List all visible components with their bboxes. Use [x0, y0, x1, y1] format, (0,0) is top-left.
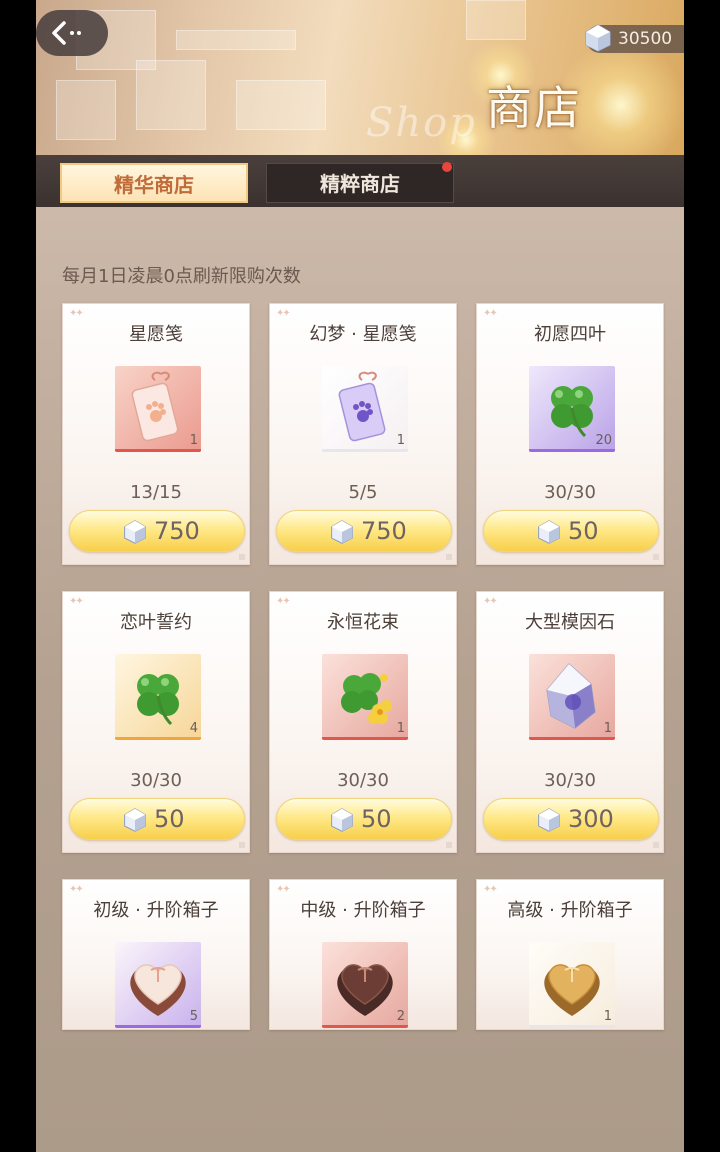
banner-script-text: Shop [366, 100, 477, 146]
item-thumbnail: 20 [529, 366, 615, 452]
purchase-limit: 30/30 [544, 770, 596, 791]
item-quantity: 5 [189, 1009, 198, 1024]
item-name: 初级 · 升阶箱子 [93, 900, 219, 921]
heart-box-icon [130, 964, 186, 1016]
page-title: 商店 [486, 81, 582, 135]
buy-button[interactable]: 750 [276, 510, 452, 552]
price-label: 750 [154, 517, 200, 545]
item-thumbnail: 2 [322, 942, 408, 1028]
item-quantity: 1 [396, 433, 405, 448]
item-name: 恋叶誓约 [120, 612, 192, 633]
paw-tag-icon [131, 371, 179, 442]
clover-icon [137, 674, 179, 726]
item-name: 永恒花束 [327, 612, 399, 633]
item-quantity: 2 [396, 1009, 405, 1024]
item-name: 中级 · 升阶箱子 [300, 900, 426, 921]
shop-item-card[interactable]: ✦✦ 中级 · 升阶箱子 2 [269, 879, 457, 1030]
price-label: 300 [568, 805, 614, 833]
item-name: 初愿四叶 [534, 324, 606, 345]
item-thumbnail: 5 [115, 942, 201, 1028]
price-label: 50 [568, 517, 599, 545]
diamond-icon [538, 808, 560, 832]
tab-bar: 精华商店 精粹商店 [36, 155, 684, 207]
diamond-icon [585, 24, 611, 52]
shop-item-card[interactable]: ✦✦ 幻梦 · 星愿笺 1 5/5 750 [269, 303, 457, 565]
shop-screen: Shop 商店 30500 精华商店 精粹商店 每月1日凌晨0点刷新限购次数 ✦… [36, 0, 684, 1152]
item-quantity: 1 [603, 1009, 612, 1024]
item-quantity: 1 [396, 721, 405, 736]
currency-display: 30500 [585, 24, 684, 53]
buy-button[interactable]: 750 [69, 510, 245, 552]
flower-bouquet-icon [341, 673, 392, 724]
item-thumbnail: 1 [529, 942, 615, 1028]
purchase-limit: 30/30 [337, 770, 389, 791]
item-quantity: 20 [595, 433, 612, 448]
paw-tag-icon [338, 371, 386, 442]
back-button[interactable] [36, 10, 108, 56]
item-thumbnail: 1 [115, 366, 201, 452]
refresh-notice: 每月1日凌晨0点刷新限购次数 [62, 266, 301, 287]
currency-amount: 30500 [618, 29, 673, 49]
item-thumbnail: 1 [529, 654, 615, 740]
item-name: 大型模因石 [525, 612, 615, 633]
item-name: 高级 · 升阶箱子 [507, 900, 633, 921]
diamond-icon [124, 808, 146, 832]
shop-item-card[interactable]: ✦✦ 高级 · 升阶箱子 1 [476, 879, 664, 1030]
item-thumbnail: 4 [115, 654, 201, 740]
tab-refined-shop[interactable]: 精粹商店 [266, 163, 454, 203]
shop-item-card[interactable]: ✦✦ 大型模因石 1 30/30 300 [476, 591, 664, 853]
item-thumbnail: 1 [322, 366, 408, 452]
heart-box-icon [544, 964, 600, 1016]
back-arrow-icon [52, 21, 81, 45]
crystal-icon [546, 663, 596, 729]
purchase-limit: 13/15 [130, 482, 182, 503]
shop-item-card[interactable]: ✦✦ 初愿四叶 20 30/30 50 [476, 303, 664, 565]
item-quantity: 1 [189, 433, 198, 448]
item-quantity: 1 [603, 721, 612, 736]
purchase-limit: 30/30 [544, 482, 596, 503]
diamond-icon [538, 520, 560, 544]
notification-dot [442, 162, 452, 172]
shop-item-card[interactable]: ✦✦ 初级 · 升阶箱子 5 [62, 879, 250, 1030]
shop-item-card[interactable]: ✦✦ 永恒花束 1 30/30 50 [269, 591, 457, 853]
shop-item-card[interactable]: ✦✦ 星愿笺 1 13/15 750 [62, 303, 250, 565]
item-thumbnail: 1 [322, 654, 408, 740]
item-name: 幻梦 · 星愿笺 [309, 324, 417, 345]
buy-button[interactable]: 300 [483, 798, 659, 840]
price-label: 50 [361, 805, 392, 833]
tab-essence-shop[interactable]: 精华商店 [60, 163, 248, 203]
buy-button[interactable]: 50 [69, 798, 245, 840]
buy-button[interactable]: 50 [483, 510, 659, 552]
item-name: 星愿笺 [129, 324, 183, 345]
diamond-icon [124, 520, 146, 544]
shop-item-card[interactable]: ✦✦ 恋叶誓约 4 30/30 50 [62, 591, 250, 853]
price-label: 750 [361, 517, 407, 545]
purchase-limit: 30/30 [130, 770, 182, 791]
heart-box-icon [337, 964, 393, 1016]
price-label: 50 [154, 805, 185, 833]
item-quantity: 4 [189, 721, 198, 736]
buy-button[interactable]: 50 [276, 798, 452, 840]
diamond-icon [331, 520, 353, 544]
diamond-icon [331, 808, 353, 832]
purchase-limit: 5/5 [348, 482, 378, 503]
